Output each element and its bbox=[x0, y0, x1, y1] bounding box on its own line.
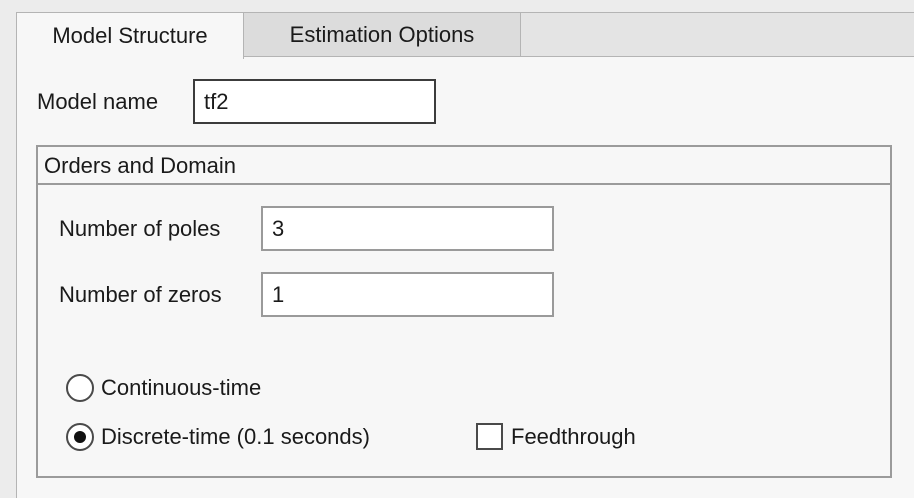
number-of-zeros-input[interactable]: 1 bbox=[261, 272, 554, 317]
feedthrough-label[interactable]: Feedthrough bbox=[511, 424, 636, 450]
number-of-poles-input[interactable]: 3 bbox=[261, 206, 554, 251]
continuous-time-radio[interactable] bbox=[66, 374, 94, 402]
model-name-input[interactable]: tf2 bbox=[193, 79, 436, 124]
tab-estimation-options-label: Estimation Options bbox=[289, 21, 475, 47]
number-of-poles-label: Number of poles bbox=[59, 216, 221, 241]
tab-estimation-options[interactable]: Estimation Options bbox=[244, 12, 521, 57]
feedthrough-checkbox[interactable] bbox=[476, 423, 503, 450]
model-name-value: tf2 bbox=[204, 88, 229, 114]
orders-and-domain-title: Orders and Domain bbox=[44, 153, 236, 178]
number-of-zeros-value: 1 bbox=[272, 281, 285, 307]
orders-and-domain-header: Orders and Domain bbox=[38, 147, 890, 185]
continuous-time-label[interactable]: Continuous-time bbox=[101, 375, 261, 401]
discrete-time-radio-selected-dot bbox=[74, 431, 86, 443]
discrete-time-label[interactable]: Discrete-time (0.1 seconds) bbox=[101, 424, 370, 450]
tab-strip: Model Structure Estimation Options bbox=[16, 12, 914, 59]
discrete-time-radio[interactable] bbox=[66, 423, 94, 451]
tab-strip-filler bbox=[521, 12, 914, 57]
tab-model-structure-label: Model Structure bbox=[52, 23, 208, 48]
number-of-poles-value: 3 bbox=[272, 215, 285, 241]
number-of-zeros-label: Number of zeros bbox=[59, 282, 222, 307]
model-name-label: Model name bbox=[37, 89, 159, 114]
tab-model-structure[interactable]: Model Structure bbox=[16, 12, 244, 59]
